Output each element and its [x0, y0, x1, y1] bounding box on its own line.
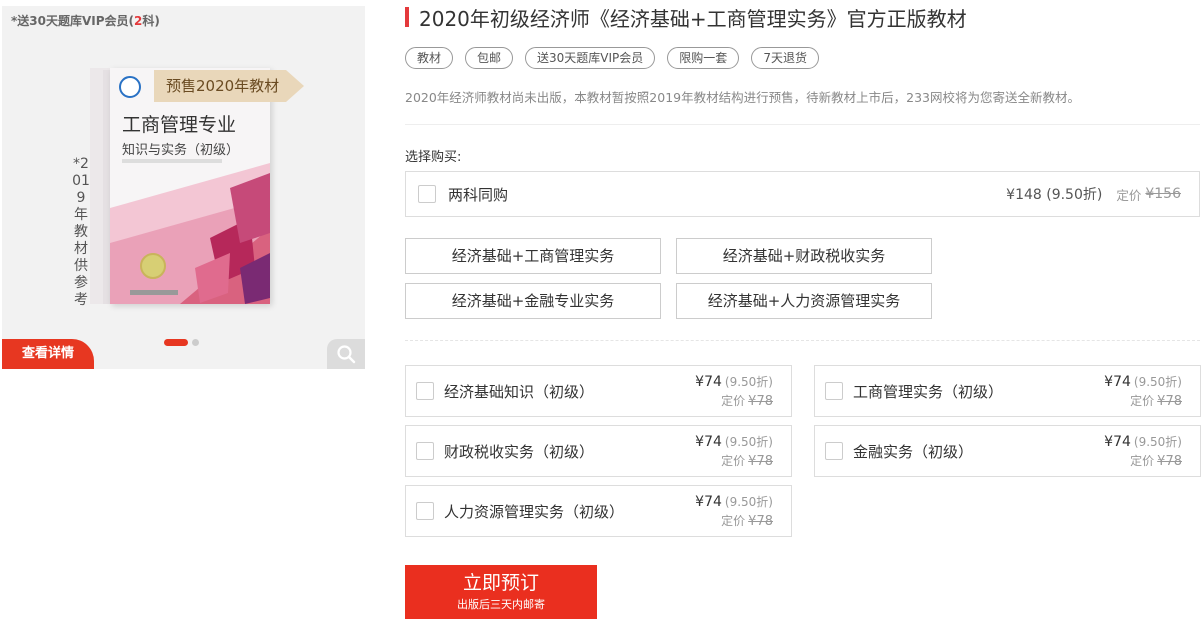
product-tag: 包邮	[465, 47, 514, 69]
subject-name: 人力资源管理实务（初级）	[444, 502, 625, 521]
book-cover-author-line	[122, 159, 222, 163]
zoom-button[interactable]	[327, 339, 365, 369]
subject-option[interactable]: 工商管理实务（初级） ¥74 (9.50折) 定价 ¥78	[814, 365, 1201, 417]
subject-name: 金融实务（初级）	[853, 442, 974, 461]
subject-name: 经济基础知识（初级）	[444, 382, 595, 401]
presale-notice: 2020年经济师教材尚未出版，本教材暂按照2019年教材结构进行预售，待新教材上…	[405, 90, 1080, 105]
subject-option[interactable]: 金融实务（初级） ¥74 (9.50折) 定价 ¥78	[814, 425, 1201, 477]
subject-original-price: ¥78	[1157, 394, 1182, 409]
preorder-button-label: 立即预订	[462, 572, 539, 594]
subject-price-block: ¥74 (9.50折) 定价 ¥78	[1104, 372, 1182, 410]
carousel-dot-1[interactable]	[164, 339, 188, 346]
search-icon	[337, 345, 356, 364]
reference-note-vertical: *2019年教材供参考	[72, 156, 90, 308]
product-tag: 限购一套	[667, 47, 740, 69]
bundle-original-price: ¥156	[1145, 186, 1181, 202]
divider-dashed	[405, 340, 1200, 341]
subject-checkbox[interactable]	[825, 442, 843, 460]
subject-price-block: ¥74 (9.50折) 定价 ¥78	[695, 492, 773, 530]
subject-checkbox[interactable]	[416, 382, 434, 400]
subject-discount: (9.50折)	[724, 495, 773, 509]
preorder-button-sublabel: 出版后三天内邮寄	[457, 598, 545, 611]
product-tags: 教材 包邮 送30天题库VIP会员 限购一套 7天退货	[405, 47, 819, 69]
subject-option[interactable]: 人力资源管理实务（初级） ¥74 (9.50折) 定价 ¥78	[405, 485, 792, 537]
combo-option-button[interactable]: 经济基础+财政税收实务	[676, 238, 932, 274]
combo-option-button[interactable]: 经济基础+人力资源管理实务	[676, 283, 932, 319]
product-title: 2020年初级经济师《经济基础+工商管理实务》官方正版教材	[419, 6, 967, 31]
product-tag: 7天退货	[751, 47, 819, 69]
subject-original-price-label: 定价	[1130, 394, 1155, 408]
choose-purchase-label: 选择购买:	[405, 150, 462, 165]
subject-original-price-label: 定价	[721, 454, 746, 468]
book-cover-art	[110, 163, 270, 304]
subject-checkbox[interactable]	[416, 442, 434, 460]
subject-original-price: ¥78	[748, 394, 773, 409]
view-details-button[interactable]: 查看详情	[2, 339, 94, 369]
product-title-bar: 2020年初级经济师《经济基础+工商管理实务》官方正版教材	[405, 4, 1200, 31]
subject-original-price-label: 定价	[721, 394, 746, 408]
vip-promo-note: *送30天题库VIP会员(2科)	[11, 12, 160, 29]
subject-price-block: ¥74 (9.50折) 定价 ¥78	[695, 372, 773, 410]
subject-price: ¥74	[695, 434, 722, 450]
bundle-checkbox[interactable]	[418, 185, 436, 203]
subject-option[interactable]: 经济基础知识（初级） ¥74 (9.50折) 定价 ¥78	[405, 365, 792, 417]
product-tag: 教材	[405, 47, 454, 69]
preorder-button[interactable]: 立即预订 出版后三天内邮寄	[405, 565, 597, 619]
book-cover-image: 工商管理专业 知识与实务（初级）	[110, 68, 270, 304]
combo-options: 经济基础+工商管理实务 经济基础+财政税收实务 经济基础+金融专业实务 经济基础+人力…	[405, 238, 1202, 319]
bundle-name: 两科同购	[448, 185, 509, 204]
promo-text-suffix: 科)	[142, 14, 160, 28]
bundle-option-both-subjects[interactable]: 两科同购 ¥148 (9.50折) 定价 ¥156	[405, 171, 1200, 217]
product-image-gallery[interactable]: *送30天题库VIP会员(2科) 工商管理专业 知识与实务（初级） 预售2020…	[2, 6, 365, 369]
subject-price-block: ¥74 (9.50折) 定价 ¥78	[695, 432, 773, 470]
bundle-original-price-label: 定价	[1116, 187, 1142, 203]
subject-name: 财政税收实务（初级）	[444, 442, 595, 461]
book-cover-title: 工商管理专业	[122, 114, 237, 136]
subject-price-block: ¥74 (9.50折) 定价 ¥78	[1104, 432, 1182, 470]
carousel-dot-2[interactable]	[192, 339, 199, 346]
divider	[405, 124, 1200, 125]
subject-original-price: ¥78	[748, 514, 773, 529]
subject-discount: (9.50折)	[1133, 435, 1182, 449]
subject-option[interactable]: 财政税收实务（初级） ¥74 (9.50折) 定价 ¥78	[405, 425, 792, 477]
product-tag: 送30天题库VIP会员	[525, 47, 656, 69]
carousel-indicator	[164, 339, 199, 346]
subject-checkbox[interactable]	[416, 502, 434, 520]
subject-discount: (9.50折)	[724, 375, 773, 389]
anti-counterfeit-seal-icon	[140, 253, 166, 279]
subject-discount: (9.50折)	[724, 435, 773, 449]
subject-checkbox[interactable]	[825, 382, 843, 400]
book-cover-subtitle: 知识与实务（初级）	[122, 143, 240, 158]
subject-original-price-label: 定价	[721, 514, 746, 528]
title-accent-mark	[405, 7, 409, 27]
combo-option-button[interactable]: 经济基础+金融专业实务	[405, 283, 661, 319]
subject-price: ¥74	[1104, 374, 1131, 390]
bundle-price: ¥148 (9.50折)	[1006, 187, 1103, 203]
subject-price: ¥74	[695, 494, 722, 510]
subject-price: ¥74	[1104, 434, 1131, 450]
subject-discount: (9.50折)	[1133, 375, 1182, 389]
subject-original-price: ¥78	[1157, 454, 1182, 469]
book-publisher-mark	[130, 290, 178, 295]
subject-name: 工商管理实务（初级）	[853, 382, 1004, 401]
subject-price: ¥74	[695, 374, 722, 390]
subject-original-price-label: 定价	[1130, 454, 1155, 468]
publisher-logo-icon	[119, 76, 141, 98]
subject-original-price: ¥78	[748, 454, 773, 469]
presale-badge: 预售2020年教材	[154, 70, 304, 102]
promo-text-prefix: *送30天题库VIP会员(	[11, 14, 135, 28]
combo-option-button[interactable]: 经济基础+工商管理实务	[405, 238, 661, 274]
